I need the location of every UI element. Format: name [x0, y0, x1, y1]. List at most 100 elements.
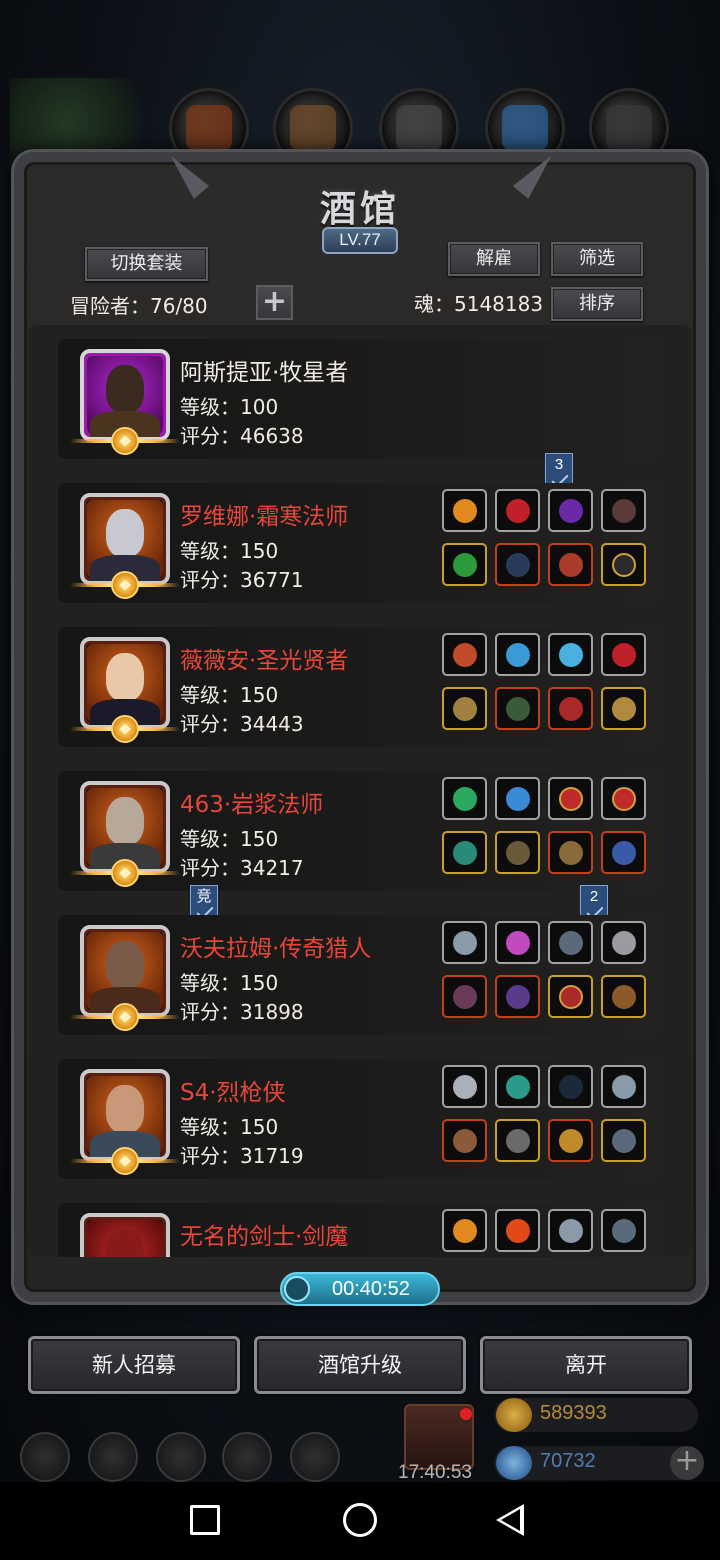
- dagger-icon[interactable]: [601, 1065, 646, 1108]
- gauntlet-icon[interactable]: [495, 975, 540, 1018]
- circlet-icon[interactable]: [442, 633, 487, 676]
- adventurer-name: 罗维娜·霜寒法师: [180, 504, 349, 530]
- gem-icon[interactable]: [601, 633, 646, 676]
- flame-icon[interactable]: [495, 1209, 540, 1252]
- hammer-icon[interactable]: [442, 687, 487, 730]
- armor-icon[interactable]: [495, 687, 540, 730]
- crystal-icon[interactable]: [495, 633, 540, 676]
- armor-icon[interactable]: [495, 543, 540, 586]
- equipment-grid: [440, 1209, 650, 1257]
- adventurer-score: 评分：31898: [180, 1000, 304, 1024]
- shield-icon[interactable]: [290, 1432, 340, 1482]
- feather-icon[interactable]: [601, 489, 646, 532]
- upgrade-tavern-button[interactable]: 酒馆升级: [254, 1336, 466, 1394]
- crystal-icon[interactable]: [548, 633, 593, 676]
- portrait: [70, 781, 180, 887]
- timer-text: 00:40:52: [332, 1278, 410, 1300]
- adventurer-card[interactable]: 薇薇安·圣光贤者 等级：150 评分：34443: [58, 627, 658, 747]
- orb-icon[interactable]: [548, 489, 593, 532]
- adventurer-score: 评分：34217: [180, 856, 304, 880]
- gold-resource: 589393: [494, 1398, 698, 1432]
- emblem-icon[interactable]: [548, 777, 593, 820]
- adventurer-level: 等级：100: [180, 395, 279, 419]
- portrait: [70, 637, 180, 743]
- mail-icon[interactable]: [222, 1432, 272, 1482]
- adventurer-card[interactable]: 阿斯提亚·牧星者 等级：100 评分：46638: [58, 339, 658, 459]
- portrait: [80, 1213, 170, 1257]
- orb-icon[interactable]: [495, 777, 540, 820]
- crown-icon[interactable]: [442, 489, 487, 532]
- adventurer-list[interactable]: 阿斯提亚·牧星者 等级：100 评分：46638 3 罗维娜·霜寒法师 等级：1…: [28, 325, 692, 1257]
- musket-icon[interactable]: [442, 1119, 487, 1162]
- bracelet-icon[interactable]: [442, 921, 487, 964]
- dragon-icon[interactable]: [601, 831, 646, 874]
- switch-outfit-button[interactable]: 切换套装: [85, 247, 208, 281]
- equipment-grid: [440, 489, 650, 599]
- adventurer-card[interactable]: 沃夫拉姆·传奇猎人 等级：150 评分：31898: [58, 915, 658, 1035]
- portrait: [70, 349, 180, 455]
- adventurer-score: 评分：34443: [180, 712, 304, 736]
- equipment-grid: [440, 921, 650, 1031]
- adventurer-card[interactable]: 无名的剑士·剑魔: [58, 1203, 658, 1257]
- recent-apps-icon[interactable]: [190, 1505, 220, 1535]
- gauntlet-icon[interactable]: [548, 1209, 593, 1252]
- dismiss-button[interactable]: 解雇: [448, 242, 540, 276]
- bracelet-icon[interactable]: [442, 1065, 487, 1108]
- back-icon[interactable]: [496, 1504, 524, 1536]
- team-tag: 2: [580, 885, 608, 919]
- adventurer-name: 沃夫拉姆·传奇猎人: [180, 936, 372, 962]
- adventurer-card[interactable]: S4·烈枪侠 等级：150 评分：31719: [58, 1059, 658, 1179]
- settings-icon[interactable]: [20, 1432, 70, 1482]
- amulet-icon[interactable]: [495, 489, 540, 532]
- adventurer-card[interactable]: 罗维娜·霜寒法师 等级：150 评分：36771: [58, 483, 658, 603]
- recruit-button[interactable]: 新人招募: [28, 1336, 240, 1394]
- leave-button[interactable]: 离开: [480, 1336, 692, 1394]
- add-resource-button[interactable]: +: [670, 1446, 704, 1480]
- adventurer-name: 薇薇安·圣光贤者: [180, 648, 349, 674]
- bow-icon[interactable]: [548, 1065, 593, 1108]
- filter-button[interactable]: 筛选: [551, 242, 643, 276]
- armor-icon[interactable]: [495, 1119, 540, 1162]
- vest-icon[interactable]: [601, 975, 646, 1018]
- book-icon[interactable]: [156, 1432, 206, 1482]
- adventurer-level: 等级：150: [180, 971, 279, 995]
- add-slot-button[interactable]: +: [256, 285, 293, 320]
- wreath-icon[interactable]: [442, 777, 487, 820]
- tome-icon[interactable]: [548, 831, 593, 874]
- panel-title: 酒馆: [319, 188, 400, 230]
- rank-medal-icon: [111, 571, 139, 599]
- sort-button[interactable]: 排序: [551, 287, 643, 321]
- adventurer-name: 463·岩浆法师: [180, 792, 324, 818]
- wand-icon[interactable]: [442, 831, 487, 874]
- crown-icon[interactable]: [548, 1119, 593, 1162]
- ring-icon[interactable]: [548, 975, 593, 1018]
- adventurer-level: 等级：150: [180, 1115, 279, 1139]
- gem-resource: 70732: [494, 1446, 698, 1480]
- soul-count: 魂：5148183: [414, 292, 544, 316]
- mask-icon[interactable]: [548, 687, 593, 730]
- clock-icon: [284, 1276, 310, 1302]
- achievement-icon[interactable]: [88, 1432, 138, 1482]
- staff-icon[interactable]: [442, 543, 487, 586]
- star-emblem-icon[interactable]: [601, 1209, 646, 1252]
- sword-icon[interactable]: [601, 687, 646, 730]
- crystal-icon[interactable]: [495, 921, 540, 964]
- emerald-icon[interactable]: [495, 1065, 540, 1108]
- rifle-icon[interactable]: [442, 975, 487, 1018]
- cloak-icon[interactable]: [495, 831, 540, 874]
- adventurer-card[interactable]: 463·岩浆法师 等级：150 评分：34217: [58, 771, 658, 891]
- rank-medal-icon: [111, 859, 139, 887]
- emblem-icon[interactable]: [601, 777, 646, 820]
- portrait: [70, 1069, 180, 1175]
- portrait: [70, 493, 180, 599]
- chainmail-icon[interactable]: [601, 921, 646, 964]
- ring-icon[interactable]: [601, 543, 646, 586]
- home-icon[interactable]: [343, 1503, 377, 1537]
- gem-icon: [496, 1446, 532, 1480]
- crown-icon[interactable]: [442, 1209, 487, 1252]
- gauntlet-icon[interactable]: [548, 543, 593, 586]
- team-tag: 3: [545, 453, 573, 487]
- ring-icon[interactable]: [601, 1119, 646, 1162]
- star-emblem-icon[interactable]: [548, 921, 593, 964]
- gold-icon: [496, 1398, 532, 1432]
